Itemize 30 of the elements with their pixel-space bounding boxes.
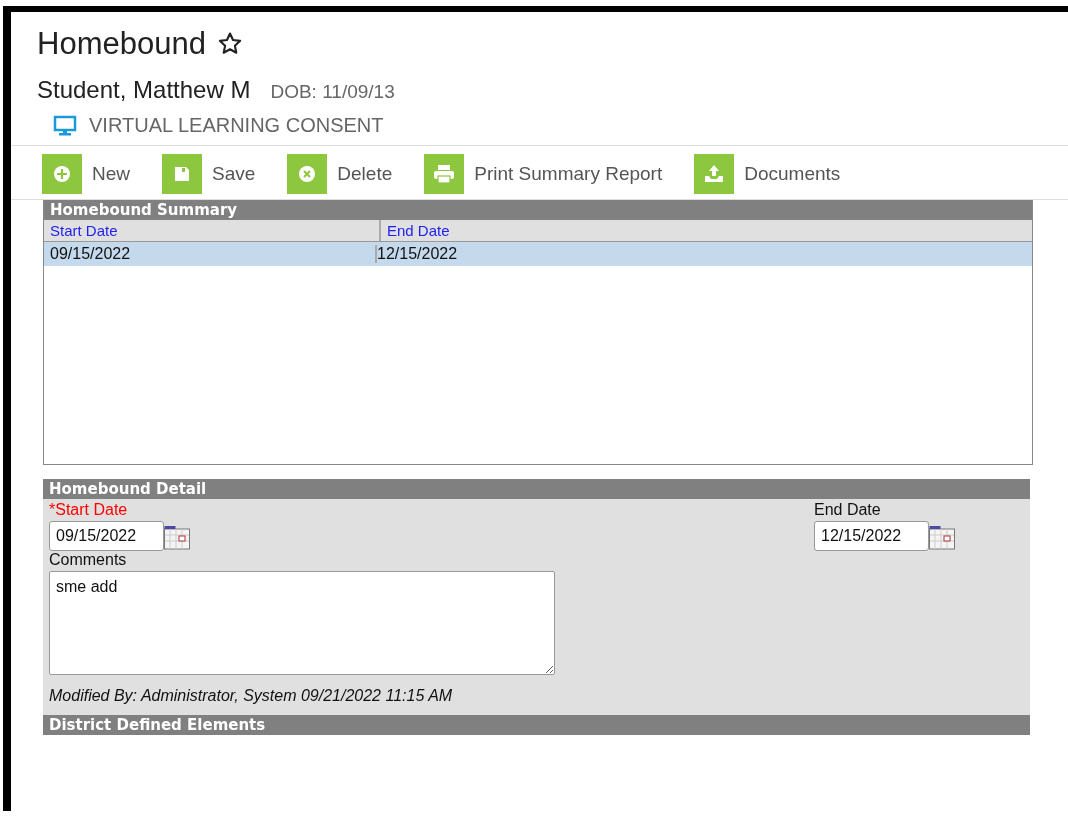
date-of-birth: DOB: 11/09/13 [270,81,395,103]
delete-icon [297,164,318,184]
calendar-icon[interactable] [929,526,955,550]
save-button[interactable]: Save [162,154,256,194]
table-cell: 12/15/2022 [377,245,458,263]
section-header: Homebound Summary [44,200,1032,220]
print-button[interactable]: Print Summary Report [424,154,663,194]
delete-button[interactable]: Delete [287,154,393,194]
new-button[interactable]: New [42,154,130,194]
page-title: Homebound [37,26,206,62]
floppy-icon [172,164,192,184]
documents-button[interactable]: Documents [694,154,841,194]
consent-label: VIRTUAL LEARNING CONSENT [89,114,384,137]
field-label: *Start Date [49,501,128,519]
plus-icon [52,164,72,184]
monitor-icon [53,114,77,137]
table-row[interactable]: 09/15/2022 12/15/2022 [44,242,1032,266]
column-header[interactable]: End Date [381,220,456,241]
comments-field[interactable]: sme add [49,571,555,675]
date-field[interactable]: 12/15/2022 [814,521,929,551]
table-cell: 09/15/2022 [50,245,377,263]
date-field[interactable]: 09/15/2022 [49,521,164,551]
student-name: Student, Matthew M [37,76,251,104]
field-label: Comments [49,551,127,569]
printer-icon [432,163,457,185]
calendar-icon[interactable] [164,526,190,550]
modified-note: Modified By: Administrator, System 09/21/2022 11:15 AM [49,687,453,705]
section-header: District Defined Elements [43,715,1030,735]
section-header: Homebound Detail [43,479,1030,499]
field-label: End Date [814,501,881,519]
